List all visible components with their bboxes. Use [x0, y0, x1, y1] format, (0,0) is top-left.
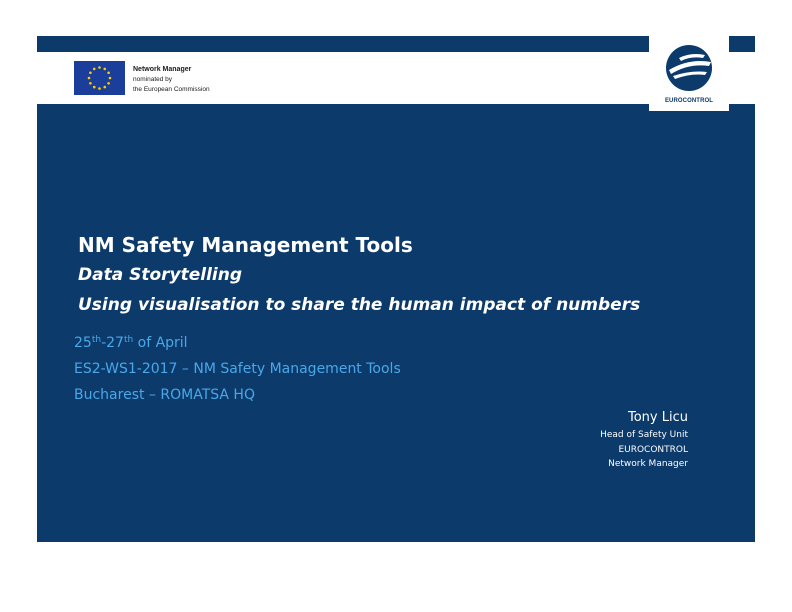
- eurocontrol-logo-text: EUROCONTROL: [664, 98, 714, 104]
- eu-star-icon: [103, 85, 107, 89]
- eu-star-icon: [107, 71, 110, 75]
- event-location: Bucharest – ROMATSA HQ: [74, 387, 255, 403]
- eu-star-icon: [92, 85, 96, 89]
- subtitle-visualisation: Using visualisation to share the human i…: [78, 295, 641, 315]
- eurocontrol-logo-icon: [666, 45, 712, 91]
- title-block: NM Safety Management Tools Data Storytel…: [78, 230, 738, 320]
- eu-star-icon: [108, 76, 112, 80]
- eu-star-icon: [92, 67, 96, 71]
- presenter-dept: Network Manager: [608, 459, 688, 469]
- eu-star-icon: [107, 81, 110, 85]
- presenter-name: Tony Licu: [628, 410, 688, 425]
- nm-commission-line: the European Commission: [133, 86, 210, 93]
- nm-title: Network Manager: [133, 66, 192, 73]
- subtitle-storytelling: Data Storytelling: [78, 265, 243, 285]
- event-name: ES2-WS1-2017 – NM Safety Management Tool…: [74, 361, 401, 377]
- eurocontrol-logo: EUROCONTROL: [649, 36, 729, 111]
- event-info: 25th-27th of April ES2-WS1-2017 – NM Saf…: [74, 330, 574, 408]
- eu-star-icon: [87, 76, 91, 80]
- nm-nominated-line: nominated by: [133, 76, 173, 83]
- eu-star-icon: [98, 87, 101, 90]
- eu-star-icon: [98, 66, 101, 69]
- network-manager-label: Network Manager nominated by the Europea…: [133, 65, 273, 95]
- presenter-org: EUROCONTROL: [618, 444, 688, 455]
- eu-star-icon: [89, 81, 92, 85]
- main-title: NM Safety Management Tools: [78, 233, 413, 257]
- presenter-role: Head of Safety Unit: [600, 430, 688, 440]
- title-slide: Network Manager nominated by the Europea…: [37, 36, 755, 542]
- eu-flag-icon: [74, 61, 125, 95]
- eu-star-icon: [89, 71, 92, 75]
- page: Network Manager nominated by the Europea…: [0, 0, 792, 612]
- header-strip: Network Manager nominated by the Europea…: [37, 52, 755, 104]
- eu-star-icon: [103, 67, 107, 71]
- event-date: 25th-27th of April: [74, 335, 188, 351]
- presenter-block: Tony Licu Head of Safety Unit EUROCONTRO…: [600, 408, 688, 472]
